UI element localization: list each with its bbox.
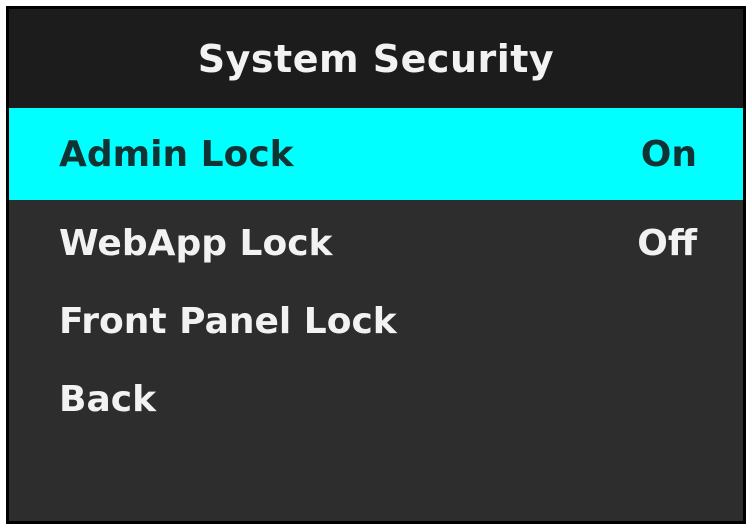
menu-item-label: Front Panel Lock: [59, 300, 397, 342]
screen-title: System Security: [197, 36, 555, 81]
menu-item-back[interactable]: Back: [9, 356, 743, 442]
menu-item-webapp-lock[interactable]: WebApp Lock Off: [9, 200, 743, 286]
menu-item-front-panel-lock[interactable]: Front Panel Lock: [9, 278, 743, 364]
title-bar: System Security: [9, 9, 743, 108]
menu-item-value: Off: [637, 222, 697, 264]
menu-item-label: Back: [59, 378, 157, 420]
menu-item-label: Admin Lock: [59, 133, 294, 175]
display-screen: System Security Admin Lock On WebApp Loc…: [6, 6, 746, 524]
menu-item-label: WebApp Lock: [59, 222, 333, 264]
menu-item-admin-lock[interactable]: Admin Lock On: [9, 108, 743, 200]
menu-item-value: On: [640, 133, 697, 175]
